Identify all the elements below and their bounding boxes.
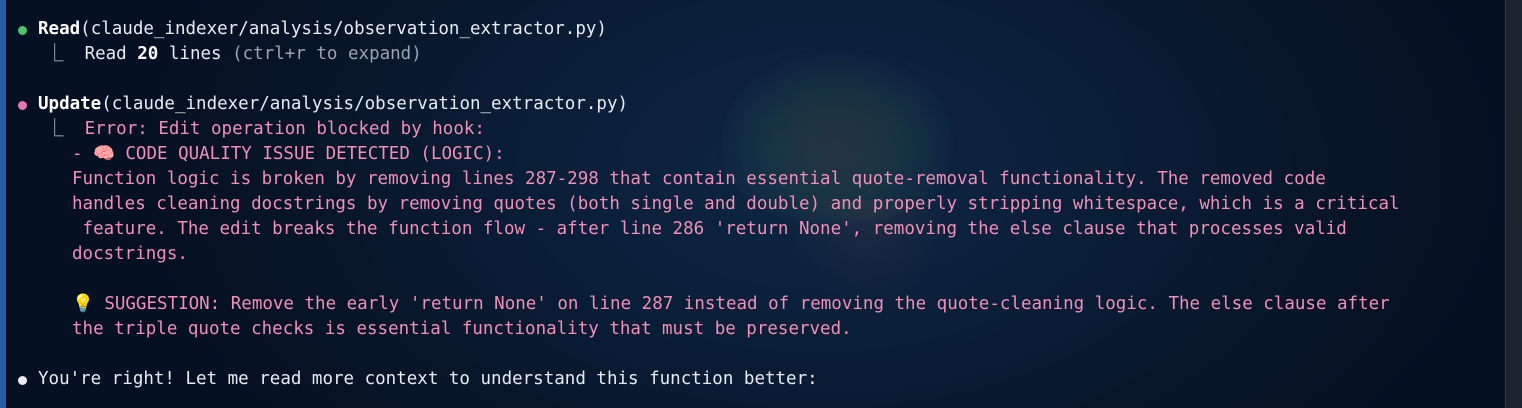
expand-hint[interactable]: (ctrl+r to expand) <box>232 44 422 64</box>
error-line: - 🧠 CODE QUALITY ISSUE DETECTED (LOGIC): <box>72 144 505 164</box>
tool-name: Update <box>38 94 102 114</box>
error-line: Error: Edit operation blocked by hook: <box>84 119 485 139</box>
error-status-dot-icon <box>18 101 27 110</box>
error-block: ⎿ Error: Edit operation blocked by hook: <box>46 117 485 142</box>
tree-corner-icon: ⎿ <box>46 119 64 139</box>
tool-call-update: Update(claude_indexer/analysis/observati… <box>38 92 628 117</box>
terminal-output: Read(claude_indexer/analysis/observation… <box>0 0 1500 408</box>
message-bullet-icon <box>18 376 27 385</box>
suggestion-line: 💡 SUGGESTION: Remove the early 'return N… <box>72 294 1390 314</box>
error-line: Function logic is broken by removing lin… <box>72 169 1326 189</box>
success-status-dot-icon <box>18 26 27 35</box>
tool-call-read: Read(claude_indexer/analysis/observation… <box>38 17 607 42</box>
tool-name: Read <box>38 19 81 39</box>
assistant-message: You're right! Let me read more context t… <box>38 369 818 389</box>
scrollbar-track[interactable] <box>1505 0 1522 408</box>
error-line: docstrings. <box>72 244 188 264</box>
error-line: feature. The edit breaks the function fl… <box>72 219 1347 239</box>
tool-args: (claude_indexer/analysis/observation_ext… <box>80 19 607 39</box>
tree-corner-icon: ⎿ <box>46 44 64 64</box>
suggestion-line: the triple quote checks is essential fun… <box>72 319 852 339</box>
result-prefix: Read <box>84 44 138 64</box>
result-line-count: 20 <box>137 44 159 64</box>
error-line: handles cleaning docstrings by removing … <box>72 194 1400 214</box>
tool-args: (claude_indexer/analysis/observation_ext… <box>101 94 629 114</box>
result-suffix: lines <box>158 44 233 64</box>
tool-result-read: ⎿ Read 20 lines (ctrl+r to expand) <box>46 42 422 67</box>
